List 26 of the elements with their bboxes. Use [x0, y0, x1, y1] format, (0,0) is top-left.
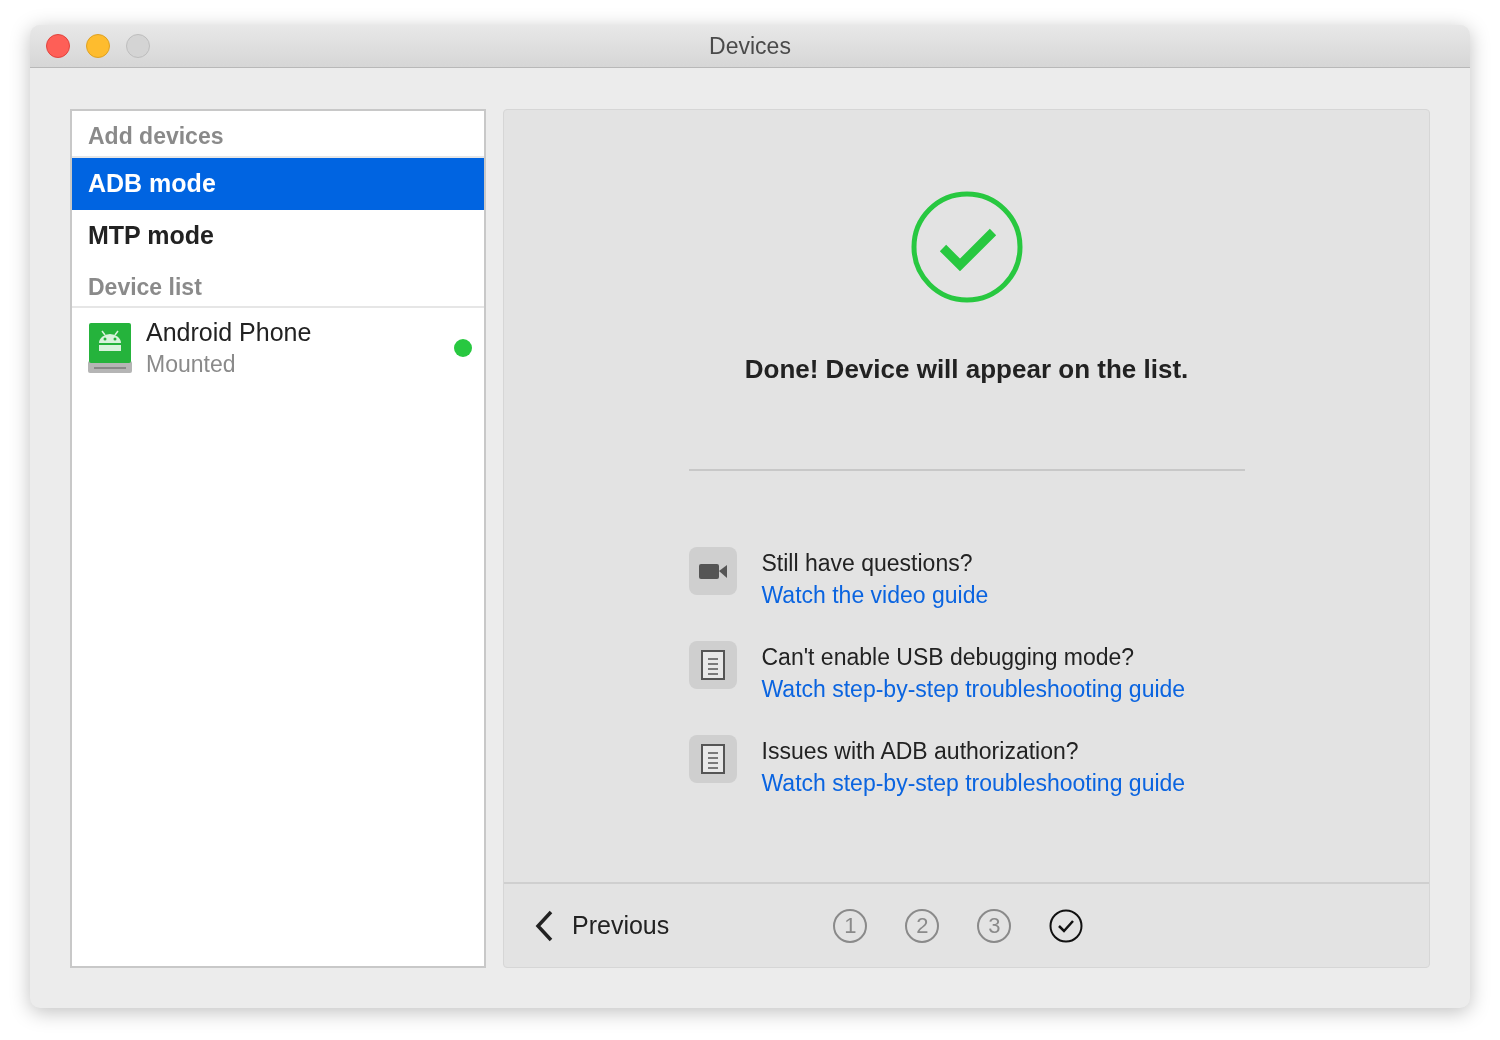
- video-camera-icon: [688, 547, 737, 595]
- step-indicator: 2: [905, 908, 940, 943]
- step-indicator: 1: [833, 908, 868, 943]
- zoom-button[interactable]: [126, 34, 150, 58]
- sidebar-item[interactable]: MTP mode: [72, 209, 484, 262]
- document-icon: [688, 735, 737, 783]
- device-name: Android Phone: [146, 317, 313, 348]
- success-check-icon: [909, 190, 1024, 304]
- step-indicator: 3: [977, 908, 1012, 943]
- document-icon: [688, 641, 737, 689]
- device-status: Mounted: [146, 350, 237, 379]
- help-question: Issues with ADB authorization?: [761, 737, 1080, 766]
- android-drive-icon: [86, 321, 134, 375]
- previous-button[interactable]: Previous: [534, 906, 670, 945]
- sidebar-item[interactable]: ADB mode: [72, 157, 484, 210]
- chevron-left-icon: [534, 909, 554, 942]
- section-heading: Device list: [72, 261, 484, 308]
- guide-link[interactable]: Watch step-by-step troubleshooting guide: [761, 673, 1186, 705]
- help-question: Still have questions?: [761, 549, 974, 578]
- guide-link[interactable]: Watch step-by-step troubleshooting guide: [761, 767, 1186, 799]
- success-message: Done! Device will appear on the list.: [744, 353, 1189, 386]
- guide-link[interactable]: Watch the video guide: [761, 579, 989, 611]
- minimize-button[interactable]: [86, 34, 110, 58]
- close-button[interactable]: [46, 34, 70, 58]
- window-title: Devices: [709, 31, 791, 61]
- help-question: Can't enable USB debugging mode?: [761, 643, 1136, 672]
